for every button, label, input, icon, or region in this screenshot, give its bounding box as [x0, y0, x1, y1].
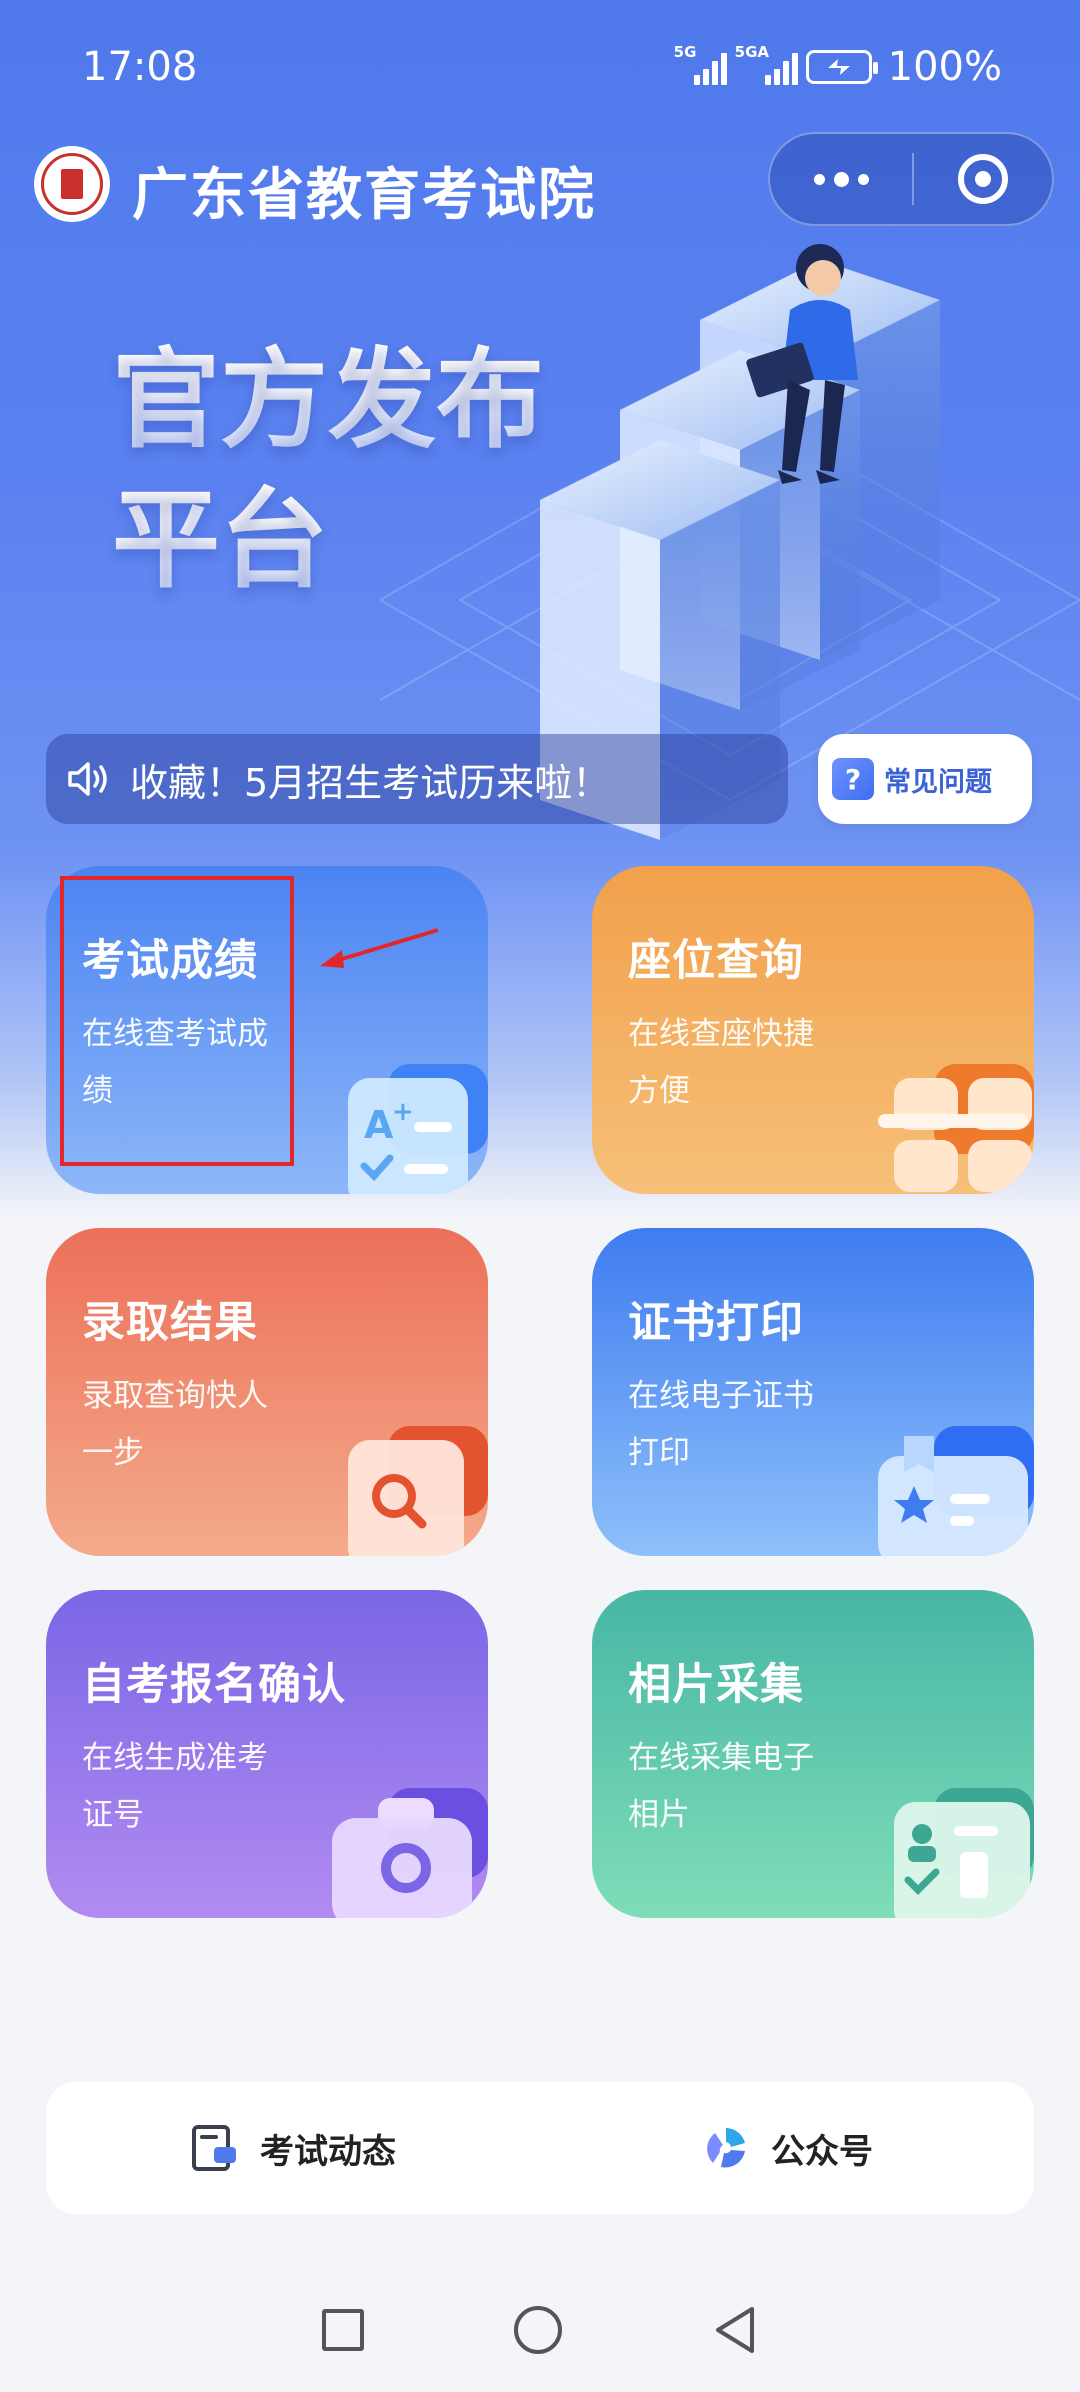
logo-emblem-icon	[41, 153, 103, 215]
app-screen: 17:08 5G 5GA 100% 广东省教育考试院 官方发布 平台 收藏！5月…	[0, 0, 1080, 2392]
notice-bar[interactable]: 收藏！5月招生考试历来啦！	[46, 734, 788, 824]
app-title: 广东省教育考试院	[132, 162, 596, 228]
camera-icon	[332, 1788, 488, 1918]
logo	[34, 146, 110, 222]
photo-form-icon	[894, 1788, 1034, 1918]
back-icon[interactable]	[712, 2305, 758, 2355]
battery-percent: 100%	[887, 44, 1002, 90]
battery-icon	[805, 50, 878, 84]
search-doc-icon	[348, 1426, 488, 1556]
faq-button[interactable]: ? 常见问题	[818, 734, 1032, 824]
official-account-button[interactable]: 公众号	[540, 2123, 1034, 2173]
card-certificate-print[interactable]: 证书打印 在线电子证书打印	[592, 1228, 1034, 1556]
question-icon: ?	[832, 758, 874, 800]
exam-score-icon: A +	[348, 1064, 488, 1194]
slogan-line-2: 平台	[112, 470, 544, 610]
highlight-annotation-box	[60, 876, 294, 1166]
card-seat-query[interactable]: 座位查询 在线查座快捷方便	[592, 866, 1034, 1194]
red-arrow-annotation	[320, 928, 439, 968]
card-photo-collection[interactable]: 相片采集 在线采集电子相片	[592, 1590, 1034, 1918]
exam-news-icon	[192, 2125, 236, 2171]
card-desc: 在线电子证书打印	[628, 1378, 814, 1471]
miniprogram-capsule	[768, 132, 1054, 226]
status-time: 17:08	[82, 44, 198, 90]
card-title: 自考报名确认	[82, 1660, 346, 1710]
card-desc: 在线查座快捷方便	[628, 1016, 814, 1109]
card-title: 证书打印	[628, 1298, 804, 1348]
recent-apps-icon[interactable]	[322, 2309, 364, 2351]
seat-icon	[878, 1064, 1034, 1192]
official-account-icon	[707, 2128, 745, 2168]
card-admission-result[interactable]: 录取结果 录取查询快人一步	[46, 1228, 488, 1556]
official-account-label: 公众号	[771, 2131, 873, 2172]
home-icon[interactable]	[514, 2306, 562, 2354]
slogan-line-1: 官方发布	[112, 330, 544, 470]
more-icon[interactable]	[770, 134, 912, 224]
card-desc: 在线生成准考证号	[82, 1740, 268, 1833]
faq-label: 常见问题	[884, 766, 992, 798]
card-desc: 录取查询快人一步	[82, 1378, 268, 1471]
close-target-icon[interactable]	[914, 154, 1052, 204]
status-icons: 5G 5GA 100%	[674, 43, 1002, 90]
signal-5g-label: 5G	[673, 43, 697, 61]
notice-text: 收藏！5月招生考试历来啦！	[130, 760, 611, 805]
card-self-exam-confirm[interactable]: 自考报名确认 在线生成准考证号	[46, 1590, 488, 1918]
card-title: 相片采集	[628, 1660, 804, 1710]
certificate-icon	[878, 1426, 1034, 1556]
exam-news-label: 考试动态	[260, 2131, 396, 2172]
signal-5g-icon: 5G	[674, 43, 727, 85]
card-desc: 在线采集电子相片	[628, 1740, 814, 1833]
hero-slogan: 官方发布 平台	[112, 330, 544, 610]
svg-text:+: +	[392, 1097, 414, 1127]
svg-text:A: A	[364, 1103, 394, 1147]
signal-5ga-icon: 5GA	[735, 43, 798, 85]
signal-5ga-label: 5GA	[734, 43, 769, 61]
speaker-icon	[68, 762, 107, 796]
card-title: 录取结果	[82, 1298, 258, 1348]
card-title: 座位查询	[628, 936, 804, 986]
system-navigation-bar	[0, 2290, 1080, 2370]
bottom-bar: 考试动态 公众号	[46, 2082, 1034, 2214]
exam-news-button[interactable]: 考试动态	[46, 2123, 540, 2173]
